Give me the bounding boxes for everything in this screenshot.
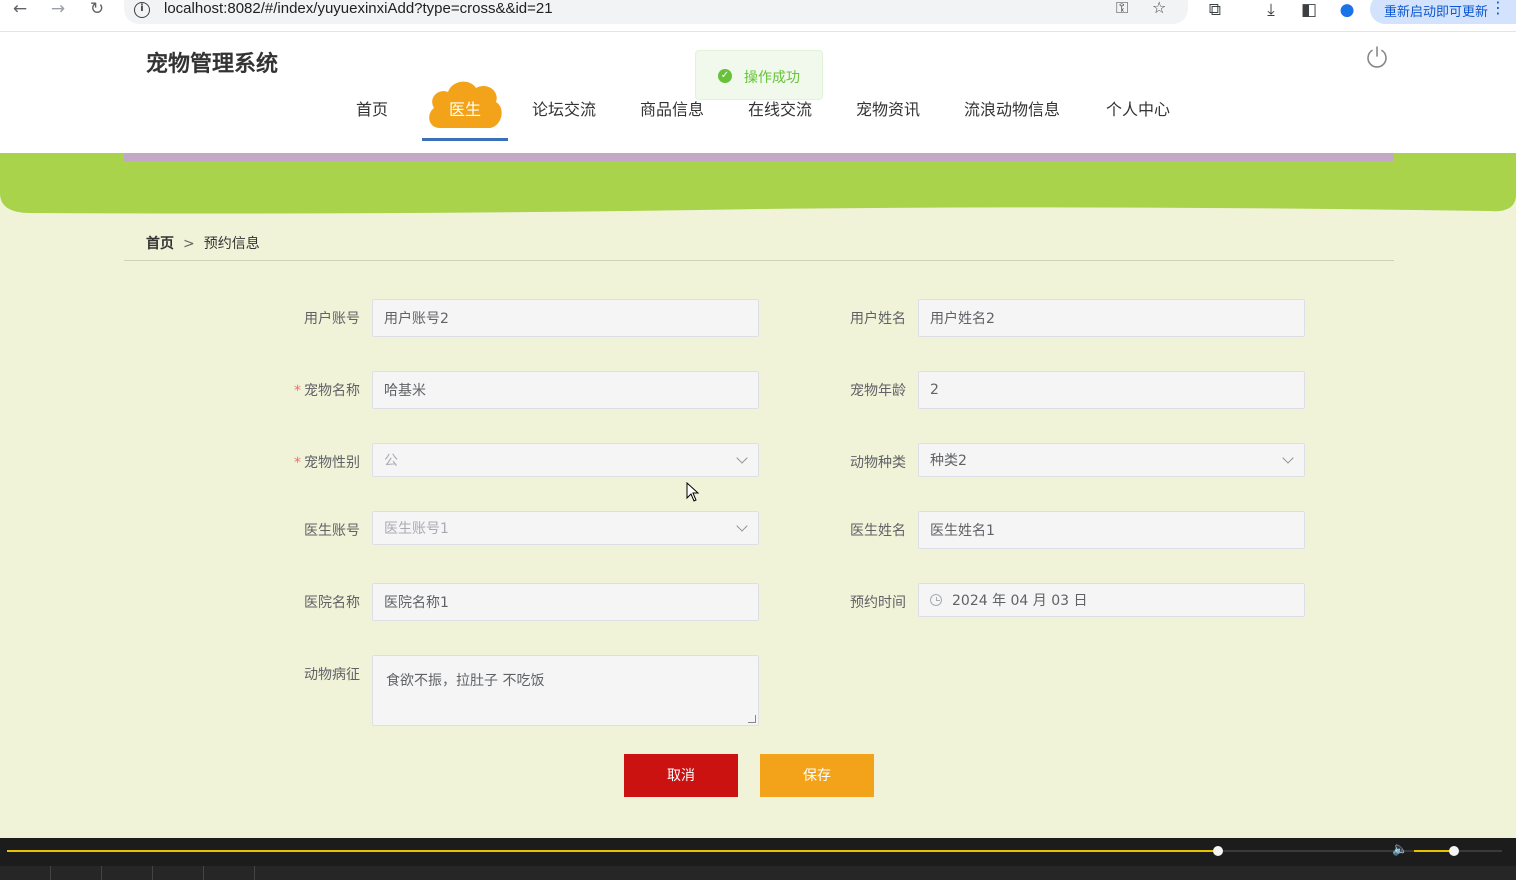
taskbar-strip xyxy=(0,866,1516,880)
menu-dots-icon[interactable]: ⋮ xyxy=(1490,0,1506,17)
nav-item-products[interactable]: 商品信息 xyxy=(640,96,704,120)
site-title: 宠物管理系统 xyxy=(146,52,279,77)
volume-knob[interactable] xyxy=(1448,846,1459,856)
pet-name-input[interactable]: 哈基米 xyxy=(372,371,759,409)
success-toast: ✓ 操作成功 xyxy=(695,50,823,100)
logout-power-icon[interactable] xyxy=(1364,44,1390,70)
reload-icon[interactable]: ↻ xyxy=(85,0,109,18)
nav-item-home[interactable]: 首页 xyxy=(356,96,388,120)
user-account-input[interactable]: 用户账号2 xyxy=(372,299,759,337)
update-button[interactable]: 重新启动即可更新 ⋮ xyxy=(1370,0,1516,24)
breadcrumb-current: 预约信息 xyxy=(203,236,260,252)
active-nav-underline xyxy=(422,138,508,141)
banner-strip xyxy=(124,153,1394,161)
address-bar[interactable]: i localhost:8082/#/index/yuyuexinxiAdd?t… xyxy=(124,0,1188,24)
doctor-name-label: 医生姓名 xyxy=(850,523,906,539)
toast-message: 操作成功 xyxy=(744,70,800,86)
key-icon[interactable]: ⚿ xyxy=(1116,0,1128,18)
breadcrumb: 首页 > 预约信息 xyxy=(146,233,260,253)
taskbar-divider xyxy=(152,866,153,880)
save-button[interactable]: 保存 xyxy=(760,754,874,797)
bookmark-star-icon[interactable]: ☆ xyxy=(1152,0,1166,17)
browser-toolbar: ← → ↻ i localhost:8082/#/index/yuyuexinx… xyxy=(0,0,1516,32)
success-check-icon: ✓ xyxy=(718,69,732,83)
doctor-name-input[interactable]: 医生姓名1 xyxy=(918,511,1305,549)
back-icon[interactable]: ← xyxy=(8,0,32,18)
video-player-bar: 🔈 xyxy=(0,838,1516,880)
nav-item-doctor[interactable]: 医生 xyxy=(422,76,508,142)
cancel-button[interactable]: 取消 xyxy=(624,754,738,797)
divider xyxy=(124,260,1394,261)
doctor-account-select[interactable]: 医生账号1 xyxy=(372,511,759,545)
chevron-down-icon xyxy=(1282,452,1294,464)
taskbar-divider xyxy=(101,866,102,880)
update-label: 重新启动即可更新 xyxy=(1384,5,1489,20)
url-text[interactable]: localhost:8082/#/index/yuyuexinxiAdd?typ… xyxy=(164,0,553,17)
user-name-label: 用户姓名 xyxy=(850,311,906,327)
animal-type-label: 动物种类 xyxy=(850,455,906,471)
hospital-name-input[interactable]: 医院名称1 xyxy=(372,583,759,621)
profile-icon[interactable]: ● xyxy=(1336,0,1358,20)
appointment-time-label: 预约时间 xyxy=(850,595,906,611)
side-panel-icon[interactable]: ◧ xyxy=(1298,0,1320,20)
nav-item-pet-news[interactable]: 宠物资讯 xyxy=(856,96,920,120)
site-info-icon[interactable]: i xyxy=(134,2,150,18)
nav-item-forum[interactable]: 论坛交流 xyxy=(532,96,596,120)
mouse-cursor-icon xyxy=(686,482,700,502)
taskbar-divider xyxy=(254,866,255,880)
progress-knob[interactable] xyxy=(1212,846,1223,856)
chevron-down-icon xyxy=(736,452,748,464)
user-account-label: 用户账号 xyxy=(304,311,360,327)
appointment-date-picker[interactable]: 2024 年 04 月 03 日 xyxy=(918,583,1305,617)
pet-gender-label: * 宠物性别 xyxy=(294,455,360,471)
extensions-icon[interactable]: ⧉ xyxy=(1204,0,1226,20)
chevron-down-icon xyxy=(736,520,748,532)
nav-item-stray-animals[interactable]: 流浪动物信息 xyxy=(964,96,1060,120)
nav-label-doctor: 医生 xyxy=(448,100,481,119)
pet-age-label: 宠物年龄 xyxy=(850,383,906,399)
volume-icon[interactable]: 🔈 xyxy=(1392,842,1408,857)
animal-type-select[interactable]: 种类2 xyxy=(918,443,1305,477)
forward-icon[interactable]: → xyxy=(46,0,70,18)
doctor-account-label: 医生账号 xyxy=(304,523,360,539)
hospital-name-label: 医院名称 xyxy=(304,595,360,611)
symptoms-textarea[interactable]: 食欲不振，拉肚子 不吃饭 xyxy=(372,655,759,726)
download-icon[interactable]: ⤓ xyxy=(1260,0,1282,20)
pet-age-input[interactable]: 2 xyxy=(918,371,1305,409)
clock-icon xyxy=(930,594,942,606)
taskbar-divider xyxy=(203,866,204,880)
pet-name-label: * 宠物名称 xyxy=(294,383,360,399)
resize-handle-icon[interactable] xyxy=(748,715,756,723)
user-name-input[interactable]: 用户姓名2 xyxy=(918,299,1305,337)
volume-fill xyxy=(1414,850,1454,852)
breadcrumb-separator: > xyxy=(183,236,195,252)
breadcrumb-home[interactable]: 首页 xyxy=(146,236,174,252)
green-banner xyxy=(0,153,1516,214)
taskbar-divider xyxy=(50,866,51,880)
nav-item-profile[interactable]: 个人中心 xyxy=(1106,96,1170,120)
progress-fill xyxy=(7,850,1218,852)
pet-gender-select[interactable]: 公 xyxy=(372,443,759,477)
symptoms-label: 动物病征 xyxy=(304,667,360,683)
